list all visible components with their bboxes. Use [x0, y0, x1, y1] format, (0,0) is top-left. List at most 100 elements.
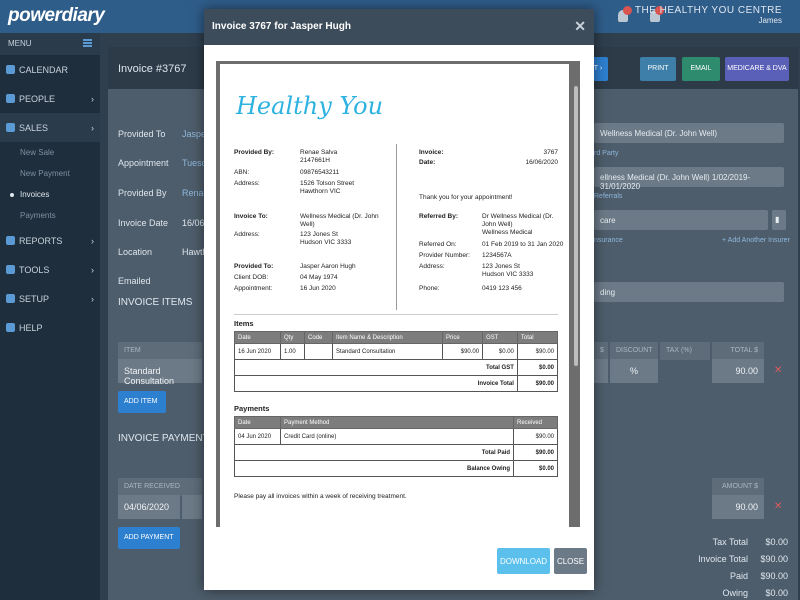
next-label: T	[593, 65, 598, 72]
sidebar-item-label: TOOLS	[19, 265, 50, 275]
doc-referred-by-2: John Well)	[482, 221, 513, 228]
sidebar-item-tools[interactable]: TOOLS ›	[0, 255, 100, 284]
sidebar-item-label: HELP	[19, 323, 43, 333]
doc-referred-by: Dr Wellness Medical (Dr.	[482, 213, 554, 220]
tax-total-value: $0.00	[765, 537, 788, 547]
pdf-viewer[interactable]: Healthy You Provided By: Renae Salva 214…	[216, 61, 580, 527]
sidebar-subitem-new-sale[interactable]: New Sale	[0, 142, 100, 163]
payment-date-cell[interactable]: 04/06/2020	[118, 495, 180, 519]
download-button[interactable]: DOWNLOAD	[497, 548, 550, 574]
doc-payments-heading: Payments	[234, 404, 270, 413]
doc-appointment-label: Appointment:	[234, 285, 273, 292]
doc-dob: 04 May 1974	[300, 274, 338, 281]
table-header-row: Date Qty Code Item Name & Description Pr…	[234, 331, 559, 344]
doc-invoice-to-2: Well)	[300, 221, 315, 228]
close-button[interactable]: CLOSE	[554, 548, 587, 574]
doc-provider-address: 1526 Tolson Street	[300, 180, 355, 187]
amount-column-header: AMOUNT $	[712, 478, 764, 496]
remove-item-icon[interactable]: ✕	[774, 365, 782, 376]
sidebar-item-label: SETUP	[19, 294, 50, 304]
sidebar-item-label: REPORTS	[19, 236, 63, 246]
print-button[interactable]: PRINT	[640, 57, 676, 81]
insurance-link[interactable]: nsurance	[594, 237, 623, 244]
doc-referred-on-label: Referred On:	[419, 241, 457, 248]
doc-referred-by-3: Wellness Medical	[482, 229, 533, 236]
gear-icon	[6, 294, 15, 303]
remove-payment-icon[interactable]: ✕	[774, 501, 782, 512]
centre-name: THE HEALTHY YOU CENTRE	[634, 5, 782, 16]
app-logo[interactable]: powerdiary	[8, 5, 105, 27]
invoice-date-label: Invoice Date	[118, 218, 169, 228]
viewer-scrollbar[interactable]	[574, 86, 578, 366]
item-column-header: ITEM	[118, 342, 202, 360]
add-insurer-link[interactable]: + Add Another Insurer	[722, 237, 790, 244]
date-received-column-header: DATE RECEIVED	[118, 478, 202, 496]
balance-owing-value: $0.00	[513, 460, 558, 477]
page-title: Invoice #3767	[118, 63, 187, 75]
email-button[interactable]: EMAIL	[682, 57, 720, 81]
invoice-total-label: Invoice Total	[698, 554, 748, 564]
item-price-cell[interactable]	[594, 359, 608, 383]
table-row: 16 Jun 2020 1.00 Standard Consultation $…	[234, 343, 559, 360]
paid-value: $90.00	[760, 571, 788, 581]
doc-footnote: Please pay all invoices within a week of…	[234, 493, 407, 500]
doc-ref-address: 123 Jones St	[482, 263, 520, 270]
discount-select[interactable]: %	[610, 359, 658, 383]
doc-invoice-label: Invoice:	[419, 149, 444, 156]
add-item-button[interactable]: ADD ITEM	[118, 391, 166, 413]
total-paid-value: $90.00	[513, 444, 558, 461]
medicare-dva-button[interactable]: MEDICARE & DVA	[725, 57, 789, 81]
doc-provided-by-name: Renae Salva	[300, 149, 338, 156]
total-gst-value: $0.00	[516, 359, 559, 376]
chevron-right-icon: ›	[91, 123, 94, 133]
doc-provided-by-label: Provided By:	[234, 149, 275, 156]
doc-invoice-to: Wellness Medical (Dr. John	[300, 213, 379, 220]
chevron-right-icon: ›	[91, 94, 94, 104]
doc-phone: 0419 123 456	[482, 285, 522, 292]
referrals-link[interactable]: Referrals	[594, 193, 622, 200]
money-icon	[6, 123, 15, 132]
balance-owing-row: Balance Owing $0.00	[234, 460, 558, 477]
total-paid-row: Total Paid $90.00	[234, 444, 558, 461]
appointment-label: Appointment	[118, 158, 169, 168]
sidebar-item-sales[interactable]: SALES ›	[0, 113, 100, 142]
column-header: GST	[482, 331, 518, 344]
payment-amount-cell[interactable]: 90.00	[712, 495, 764, 519]
doc-abn: 09876543211	[300, 169, 340, 176]
doc-invoice-total-value: $90.00	[516, 375, 559, 392]
sidebar-subitem-payments[interactable]: Payments	[0, 205, 100, 226]
sidebar-item-label: SALES	[19, 123, 49, 133]
sidebar-subitem-new-payment[interactable]: New Payment	[0, 163, 100, 184]
provided-by-label: Provided By	[118, 188, 167, 198]
care-select[interactable]: care	[594, 210, 768, 230]
tax-column-header: TAX (%)	[660, 342, 710, 360]
account-menu[interactable]: THE HEALTHY YOU CENTRE James	[635, 5, 782, 25]
sidebar-item-setup[interactable]: SETUP ›	[0, 284, 100, 313]
notifications-icon[interactable]	[618, 6, 632, 22]
sidebar-item-calendar[interactable]: CALENDAR	[0, 55, 100, 84]
calendar-picker-icon[interactable]	[182, 495, 202, 519]
doc-invoice-to-label: Invoice To:	[234, 213, 268, 220]
sidebar-item-reports[interactable]: REPORTS ›	[0, 226, 100, 255]
sidebar-item-people[interactable]: PEOPLE ›	[0, 84, 100, 113]
doc-date: 16/06/2020	[525, 159, 558, 166]
total-paid-label: Total Paid	[234, 444, 514, 461]
sidebar-item-label: CALENDAR	[19, 65, 69, 75]
hamburger-icon[interactable]	[83, 39, 92, 47]
close-icon[interactable]: ✕	[574, 18, 586, 35]
doc-provider-number: 2147661H	[300, 157, 330, 164]
sidebar-subitem-invoices[interactable]: Invoices	[0, 184, 100, 205]
referral-select[interactable]: ellness Medical (Dr. John Well) 1/02/201…	[594, 167, 784, 191]
doc-ref-address-label: Address:	[419, 263, 445, 270]
add-payment-button[interactable]: ADD PAYMENT	[118, 527, 180, 549]
item-name-cell[interactable]: Standard Consultation	[118, 359, 202, 386]
sidebar-item-help[interactable]: HELP	[0, 313, 100, 342]
column-header: Date	[234, 416, 281, 429]
trash-icon[interactable]: ▮	[772, 210, 786, 230]
column-header: Received	[513, 416, 558, 429]
doc-referred-on: 01 Feb 2019 to 31 Jan 2020	[482, 241, 564, 248]
table-cell: Credit Card (online)	[280, 428, 514, 445]
third-party-link[interactable]: rd Party	[594, 150, 619, 157]
billing-select[interactable]: ding	[594, 282, 784, 302]
provider-select[interactable]: Wellness Medical (Dr. John Well)	[594, 123, 784, 143]
